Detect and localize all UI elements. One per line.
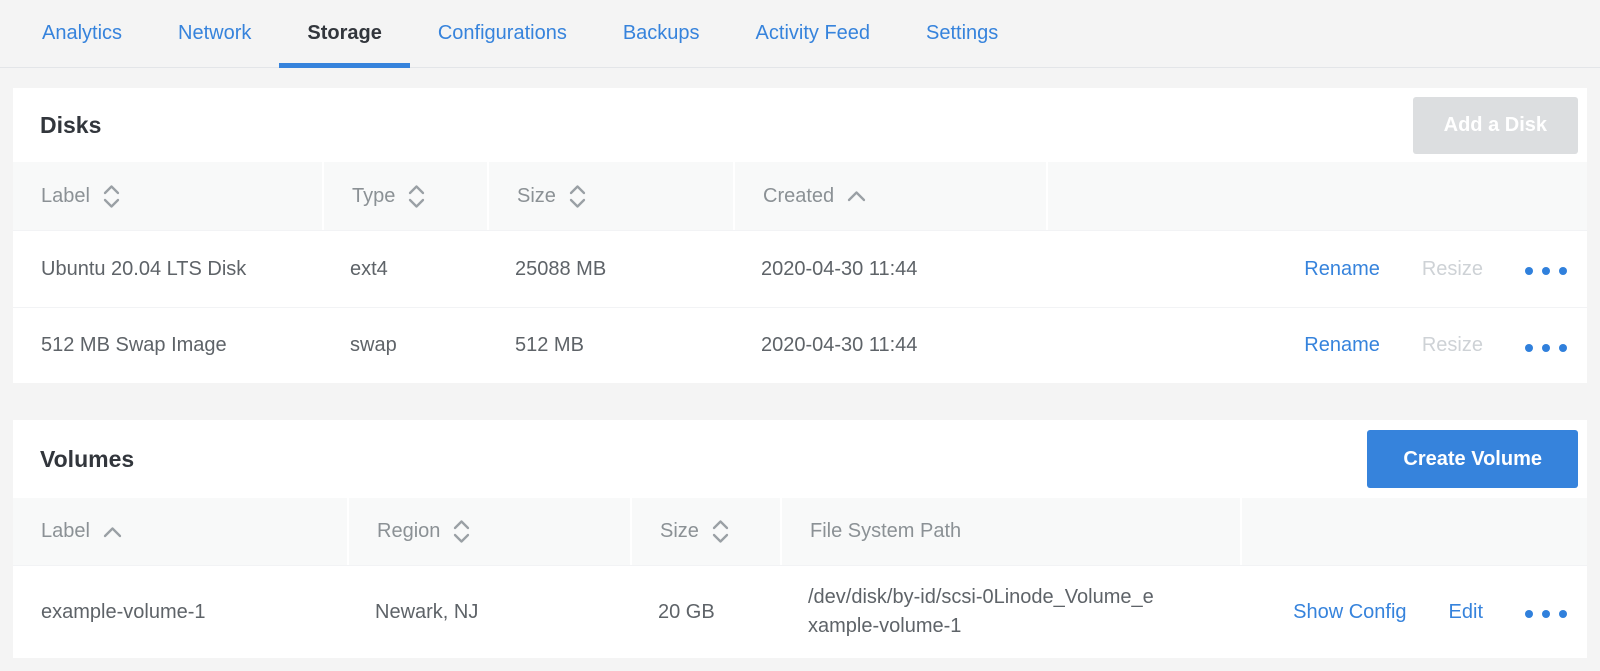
volumes-column-label[interactable]: Label <box>13 498 347 565</box>
tab-storage[interactable]: Storage <box>279 0 409 67</box>
disks-column-created[interactable]: Created <box>733 162 1046 230</box>
disk-created-cell: 2020-04-30 11:44 <box>733 308 1046 383</box>
disk-type-cell: swap <box>322 308 487 383</box>
disks-header: Disks Add a Disk <box>13 88 1587 162</box>
table-row: 512 MB Swap Image swap 512 MB 2020-04-30… <box>13 307 1587 383</box>
volumes-panel: Volumes Create Volume Label Region Size … <box>13 420 1587 658</box>
volume-region-cell: Newark, NJ <box>347 566 630 658</box>
column-label-text: Region <box>377 520 440 543</box>
tab-analytics[interactable]: Analytics <box>14 0 150 67</box>
column-label-text: File System Path <box>810 520 961 543</box>
table-row: Ubuntu 20.04 LTS Disk ext4 25088 MB 2020… <box>13 230 1587 307</box>
volume-label-cell: example-volume-1 <box>13 566 347 658</box>
disks-panel: Disks Add a Disk Label Type Size C <box>13 88 1587 383</box>
tab-backups[interactable]: Backups <box>595 0 728 67</box>
sort-ascending-icon <box>847 190 866 202</box>
detail-tabs: Analytics Network Storage Configurations… <box>0 0 1600 68</box>
sort-ascending-icon <box>103 526 122 538</box>
disk-created-cell: 2020-04-30 11:44 <box>733 231 1046 307</box>
disks-column-label[interactable]: Label <box>13 162 322 230</box>
tab-configurations[interactable]: Configurations <box>410 0 595 67</box>
volumes-column-path: File System Path <box>780 498 1240 565</box>
volumes-column-actions <box>1240 498 1587 565</box>
disks-column-size[interactable]: Size <box>487 162 733 230</box>
column-label-text: Type <box>352 185 395 208</box>
sort-both-icon <box>712 518 729 545</box>
disk-actions-cell: Rename Resize <box>1046 308 1587 383</box>
sort-both-icon <box>103 183 120 210</box>
sort-both-icon <box>453 518 470 545</box>
resize-link[interactable]: Resize <box>1422 334 1483 357</box>
volume-path-cell: /dev/disk/by-id/scsi-0Linode_Volume_exam… <box>780 566 1240 658</box>
column-label-text: Size <box>660 520 699 543</box>
resize-link[interactable]: Resize <box>1422 258 1483 281</box>
volumes-column-region[interactable]: Region <box>347 498 630 565</box>
disk-actions-cell: Rename Resize <box>1046 231 1587 307</box>
rename-link[interactable]: Rename <box>1304 258 1380 281</box>
more-actions-ellipsis-icon[interactable] <box>1525 606 1567 618</box>
file-system-path: /dev/disk/by-id/scsi-0Linode_Volume_exam… <box>808 583 1160 641</box>
add-a-disk-button[interactable]: Add a Disk <box>1413 97 1578 154</box>
column-label-text: Size <box>517 185 556 208</box>
more-actions-ellipsis-icon[interactable] <box>1525 263 1567 275</box>
show-config-link[interactable]: Show Config <box>1293 601 1406 624</box>
disks-column-actions <box>1046 162 1587 230</box>
volume-actions-cell: Show Config Edit <box>1240 566 1587 658</box>
table-row: example-volume-1 Newark, NJ 20 GB /dev/d… <box>13 565 1587 658</box>
rename-link[interactable]: Rename <box>1304 334 1380 357</box>
disk-label-cell: 512 MB Swap Image <box>13 308 322 383</box>
volumes-column-size[interactable]: Size <box>630 498 780 565</box>
disks-title: Disks <box>40 112 101 139</box>
disk-label-cell: Ubuntu 20.04 LTS Disk <box>13 231 322 307</box>
tab-activity-feed[interactable]: Activity Feed <box>728 0 898 67</box>
create-volume-button[interactable]: Create Volume <box>1367 430 1578 488</box>
column-label-text: Created <box>763 185 834 208</box>
volumes-title: Volumes <box>40 446 134 473</box>
column-label-text: Label <box>41 520 90 543</box>
volumes-header: Volumes Create Volume <box>13 420 1587 498</box>
volumes-table-header: Label Region Size File System Path <box>13 498 1587 565</box>
disks-column-type[interactable]: Type <box>322 162 487 230</box>
more-actions-ellipsis-icon[interactable] <box>1525 340 1567 352</box>
disk-type-cell: ext4 <box>322 231 487 307</box>
disks-table-header: Label Type Size Created <box>13 162 1587 230</box>
volume-size-cell: 20 GB <box>630 566 780 658</box>
tab-settings[interactable]: Settings <box>898 0 1026 67</box>
disk-size-cell: 512 MB <box>487 308 733 383</box>
tab-network[interactable]: Network <box>150 0 279 67</box>
sort-both-icon <box>569 183 586 210</box>
edit-link[interactable]: Edit <box>1449 601 1483 624</box>
sort-both-icon <box>408 183 425 210</box>
column-label-text: Label <box>41 185 90 208</box>
disk-size-cell: 25088 MB <box>487 231 733 307</box>
